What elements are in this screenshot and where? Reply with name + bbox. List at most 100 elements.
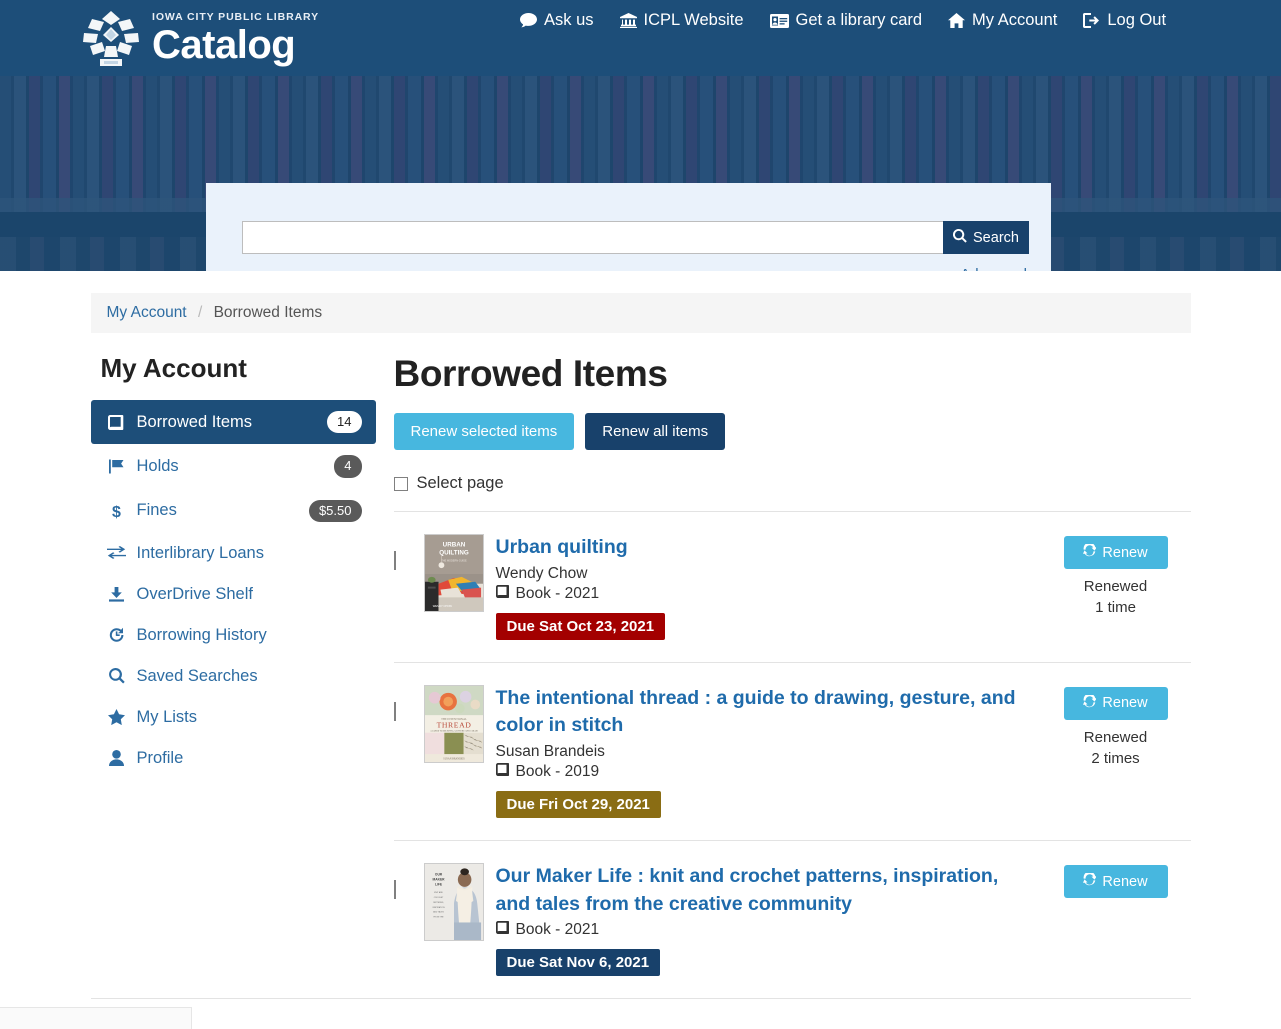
sidebar-badge-count: 4 [334,455,362,478]
item-select-checkbox[interactable] [393,880,396,900]
renew-item-button[interactable]: Renew [1063,536,1168,569]
sign-out-icon [1083,13,1100,28]
sidebar-item-label: Saved Searches [136,666,258,685]
svg-text:THREAD: THREAD [436,720,471,729]
search-row: Search [242,221,1029,254]
sidebar-title: My Account [100,353,247,383]
logo-title: Catalog [152,22,296,67]
search-button[interactable]: Search [943,221,1029,254]
history-icon [105,627,129,643]
browser-status-strip [0,1007,192,1029]
renew-selected-items-button[interactable]: Renew selected items [393,413,575,450]
search-input[interactable] [242,221,943,254]
nav-item-icpl-website[interactable]: ICPL Website [619,11,744,30]
renew-all-items-button[interactable]: Renew all items [585,413,726,450]
borrowed-items-main: Borrowed Items Renew selected items Rene… [376,353,1191,998]
breadcrumb-my-account[interactable]: My Account [107,304,187,321]
sidebar-item-interlibrary-loans[interactable]: Interlibrary Loans [91,533,376,574]
our-maker-life-cover[interactable]: OUR MAKER LIFE KNIT AND CROCHET PATTERNS… [423,863,484,942]
sidebar-item-label: Interlibrary Loans [136,543,264,562]
item-details: Our Maker Life : knit and crochet patter… [495,863,1041,977]
search-icon [952,228,967,247]
svg-text:SUSAN BRANDEIS: SUSAN BRANDEIS [443,757,465,760]
item-title-link[interactable]: Urban quilting [496,534,1027,562]
library-fan-logo-icon [80,9,142,67]
svg-text:AND TALES: AND TALES [433,911,444,914]
site-header: IOWA CITY PUBLIC LIBRARY Catalog Ask us … [0,0,1281,76]
intentional-thread-cover[interactable]: THE INTENTIONAL THREAD A GUIDE TO DRAWIN… [423,684,484,763]
sidebar-item-holds[interactable]: Holds 4 [91,444,376,488]
sidebar-item-label: OverDrive Shelf [136,584,253,603]
svg-text:URBAN: URBAN [442,542,465,549]
id-card-icon [769,13,789,28]
star-icon [105,709,129,726]
download-icon [105,586,129,602]
site-logo-link[interactable]: IOWA CITY PUBLIC LIBRARY Catalog [80,9,319,67]
sidebar-badge-count: 14 [327,411,362,434]
select-page-checkbox[interactable] [393,476,408,491]
breadcrumb: My Account / Borrowed Items [90,293,1191,333]
svg-text:OUR: OUR [434,873,442,877]
sidebar-item-label: Profile [136,748,184,767]
sidebar-badge-amount: $5.50 [308,499,362,522]
nav-item-ask-us[interactable]: Ask us [520,11,594,30]
comment-icon [520,13,537,28]
refresh-icon [1083,871,1098,890]
item-renewed-info: Renewed 2 times [1041,727,1191,770]
sidebar-item-fines[interactable]: $ Fines $5.50 [91,489,376,533]
item-author: Wendy Chow [495,564,588,582]
sidebar-item-overdrive-shelf[interactable]: OverDrive Shelf [91,574,376,615]
renewed-count: 1 time [1095,599,1136,617]
item-format-label: Book - 2021 [515,921,600,939]
nav-label: My Account [972,11,1058,29]
item-select-checkbox[interactable] [393,551,396,570]
breadcrumb-current: Borrowed Items [213,304,323,321]
bank-icon [619,13,637,28]
nav-item-get-a-library-card[interactable]: Get a library card [769,11,922,30]
item-title-link[interactable]: The intentional thread : a guide to draw… [496,685,1027,740]
nav-item-my-account[interactable]: My Account [948,11,1057,30]
svg-text:KNIT AND: KNIT AND [434,891,443,894]
select-page-label: Select page [416,474,504,492]
borrowed-item-row: URBAN QUILTING THE MODERN GUIDE WENDY CH… [393,511,1191,662]
svg-text:A GUIDE TO DRAWING, GESTURE AN: A GUIDE TO DRAWING, GESTURE AND COLOR [430,729,478,732]
sidebar-menu: Borrowed Items 14 Holds 4 $ Fines $5.50 [90,400,376,779]
hero-banner: Search Advanced [0,76,1281,271]
item-details: Urban quilting Wendy Chow Book - 2021 Du… [495,534,1041,640]
item-format: Book - 2019 [495,763,1027,781]
sidebar-item-profile[interactable]: Profile [91,738,376,779]
svg-text:INSPIRATION: INSPIRATION [432,906,445,909]
sidebar-item-label: Borrowing History [136,625,267,644]
renewed-label: Renewed [1083,578,1148,595]
svg-text:MAKER: MAKER [432,878,445,882]
svg-text:THE MODERN GUIDE: THE MODERN GUIDE [441,559,467,562]
flag-icon [105,459,129,474]
search-panel: Search Advanced [206,183,1051,271]
advanced-search-link[interactable]: Advanced [960,266,1027,271]
breadcrumb-separator: / [197,304,203,321]
book-icon [495,921,510,939]
sidebar-item-my-lists[interactable]: My Lists [91,697,376,738]
sidebar-item-saved-searches[interactable]: Saved Searches [91,656,376,697]
renew-item-button[interactable]: Renew [1063,686,1168,720]
borrowed-item-row: OUR MAKER LIFE KNIT AND CROCHET PATTERNS… [393,840,1191,998]
renew-button-label: Renew [1102,873,1148,890]
item-checkbox-cell [393,534,424,570]
svg-text:LIFE: LIFE [434,882,442,886]
item-format-label: Book - 2021 [515,584,600,602]
renew-item-button[interactable]: Renew [1063,865,1168,899]
item-renewed-info: Renewed 1 time [1041,576,1191,619]
nav-item-log-out[interactable]: Log Out [1083,11,1166,30]
urban-quilting-cover[interactable]: URBAN QUILTING THE MODERN GUIDE WENDY CH… [423,534,484,612]
home-icon [948,13,966,28]
item-format-label: Book - 2019 [515,763,600,781]
nav-label: Log Out [1107,11,1167,29]
sidebar-item-borrowing-history[interactable]: Borrowing History [91,615,376,656]
item-select-checkbox[interactable] [393,701,396,721]
user-icon [105,750,129,767]
item-title-link[interactable]: Our Maker Life : knit and crochet patter… [496,863,1027,918]
exchange-icon [105,546,129,560]
dollar-icon: $ [105,503,129,519]
advanced-search-row: Advanced [242,266,1029,271]
sidebar-item-borrowed-items[interactable]: Borrowed Items 14 [90,400,376,445]
